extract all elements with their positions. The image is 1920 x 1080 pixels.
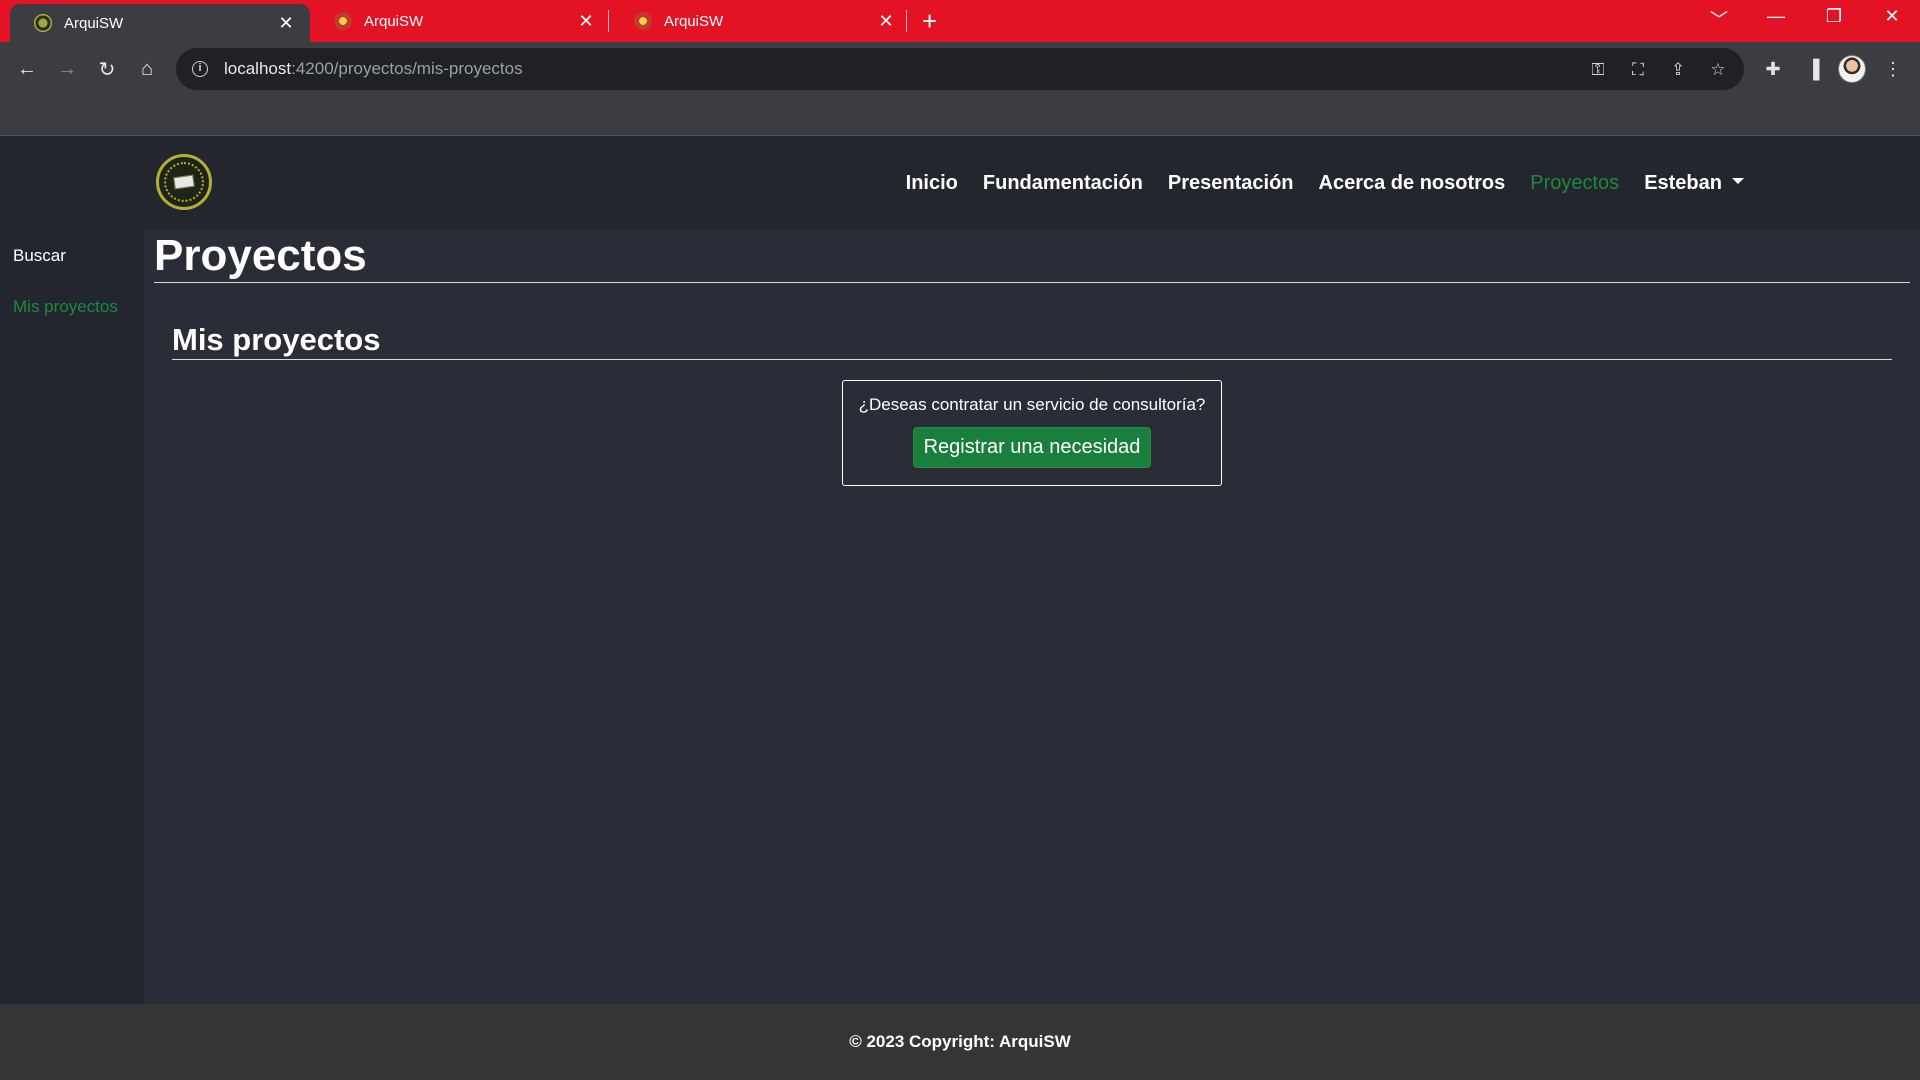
- share-icon[interactable]: ⇪: [1666, 58, 1690, 82]
- tab-title: ArquiSW: [64, 14, 124, 32]
- nav-link-presentacion[interactable]: Presentación: [1168, 172, 1294, 195]
- sidebar: Buscar Mis proyectos: [0, 230, 144, 1004]
- site-logo[interactable]: [156, 154, 212, 210]
- site-favicon-icon: [634, 12, 652, 30]
- side-panel-icon[interactable]: ▐: [1798, 54, 1828, 84]
- page-title: Proyectos: [154, 231, 367, 280]
- profile-avatar[interactable]: [1838, 55, 1866, 83]
- title-divider: [154, 282, 1910, 283]
- caret-down-icon: [1732, 178, 1744, 185]
- site-favicon-icon: [334, 12, 352, 30]
- tab-search-chevron-icon[interactable]: ﹀: [1699, 6, 1739, 32]
- tab-separator: [906, 10, 907, 32]
- logo-flag-icon: [173, 174, 195, 190]
- browser-toolbar: ← → ↻ ⌂ i localhost:4200/proyectos/mis-p…: [0, 42, 1920, 96]
- nav-link-fundamentacion[interactable]: Fundamentación: [983, 172, 1143, 195]
- tab-close-icon[interactable]: ✕: [576, 12, 596, 30]
- tab-separator: [608, 10, 609, 32]
- user-menu-label: Esteban: [1644, 171, 1722, 194]
- close-window-icon[interactable]: ✕: [1872, 6, 1912, 27]
- url-host: localhost: [224, 59, 292, 78]
- tab-title: ArquiSW: [664, 12, 724, 30]
- tab-close-icon[interactable]: ✕: [276, 14, 296, 32]
- nav-link-acerca-de-nosotros[interactable]: Acerca de nosotros: [1319, 172, 1506, 195]
- site-favicon-icon: [34, 14, 52, 32]
- bookmark-star-icon[interactable]: ☆: [1706, 58, 1730, 82]
- tab-title: ArquiSW: [364, 12, 424, 30]
- sidebar-item-mis-proyectos[interactable]: Mis proyectos: [13, 297, 118, 317]
- site-navbar: Inicio Fundamentación Presentación Acerc…: [0, 136, 1920, 230]
- copyright-text: © 2023 Copyright: ArquiSW: [849, 1032, 1071, 1051]
- browser-tab-1[interactable]: ArquiSW ✕: [10, 4, 310, 42]
- url-path: :4200/proyectos/mis-proyectos: [291, 59, 523, 78]
- restore-icon[interactable]: ❐: [1814, 6, 1854, 27]
- browser-tab-2[interactable]: ArquiSW ✕: [310, 0, 610, 42]
- sidebar-item-buscar[interactable]: Buscar: [13, 246, 66, 266]
- extensions-puzzle-icon[interactable]: ✚: [1758, 54, 1788, 84]
- cta-question: ¿Deseas contratar un servicio de consult…: [858, 395, 1206, 414]
- back-arrow-icon[interactable]: ←: [12, 54, 42, 84]
- minimize-icon[interactable]: —: [1756, 6, 1796, 27]
- register-need-button[interactable]: Registrar una necesidad: [912, 427, 1152, 468]
- section-divider: [172, 359, 1892, 360]
- tab-close-icon[interactable]: ✕: [876, 12, 896, 30]
- home-icon[interactable]: ⌂: [132, 54, 162, 84]
- translate-icon[interactable]: ⛶: [1626, 58, 1650, 82]
- nav-link-proyectos[interactable]: Proyectos: [1530, 172, 1619, 195]
- browser-tab-3[interactable]: ArquiSW ✕: [610, 0, 910, 42]
- browser-tab-strip: ArquiSW ✕ ArquiSW ✕ ArquiSW ✕ + ﹀ — ❐ ✕: [0, 0, 1920, 42]
- footer: © 2023 Copyright: ArquiSW: [0, 1004, 1920, 1080]
- consulting-cta-card: ¿Deseas contratar un servicio de consult…: [842, 380, 1222, 486]
- user-menu-dropdown[interactable]: Esteban: [1644, 172, 1744, 195]
- bookmarks-bar: [0, 96, 1920, 136]
- browser-menu-icon[interactable]: ⋮: [1878, 54, 1908, 84]
- site-info-icon[interactable]: i: [192, 61, 208, 77]
- logo-seal: [164, 162, 204, 202]
- new-tab-plus-icon[interactable]: +: [922, 8, 937, 34]
- address-bar[interactable]: i localhost:4200/proyectos/mis-proyectos…: [176, 48, 1744, 90]
- main-nav: Inicio Fundamentación Presentación Acerc…: [881, 136, 1744, 230]
- main-content: Proyectos Mis proyectos ¿Deseas contrata…: [144, 230, 1920, 1004]
- reload-icon[interactable]: ↻: [92, 54, 122, 84]
- password-key-icon[interactable]: ⚿: [1586, 58, 1610, 82]
- nav-link-inicio[interactable]: Inicio: [906, 172, 958, 195]
- forward-arrow-icon[interactable]: →: [52, 54, 82, 84]
- section-title: Mis proyectos: [172, 322, 381, 357]
